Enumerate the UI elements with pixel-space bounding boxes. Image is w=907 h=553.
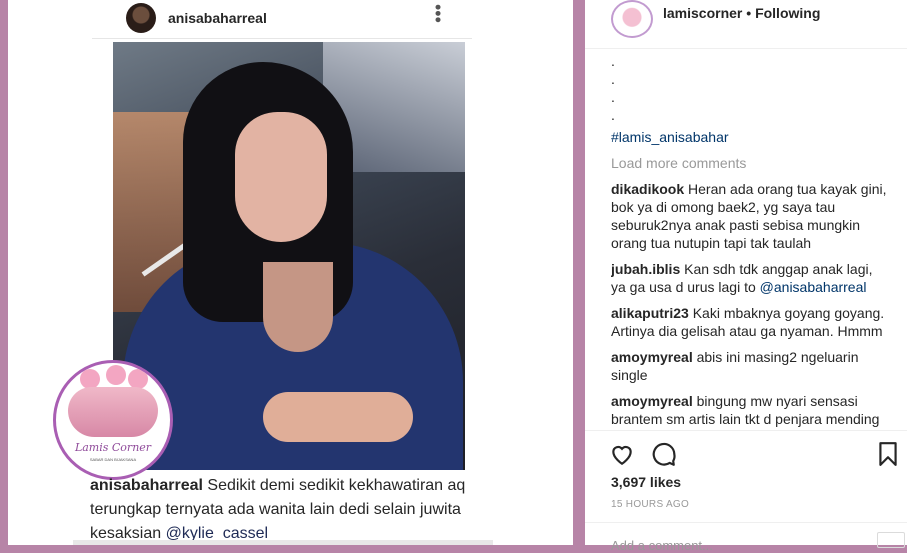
account-header-line: lamiscorner • Following [663, 5, 820, 21]
comment-mention[interactable]: @anisabaharreal [760, 279, 867, 295]
caption-username: anisabaharreal [90, 477, 203, 494]
comments-list[interactable]: . . . . #lamis_anisabahar Load more comm… [611, 52, 891, 432]
comment-item: alikaputri23 Kaki mbaknya goyang goyang.… [611, 304, 891, 340]
dot-line: . [611, 53, 615, 69]
comment-item: amoymyreal bingung mw nyari sensasi bran… [611, 392, 891, 432]
logo-text: Lamis Corner [74, 441, 152, 454]
account-avatar[interactable] [611, 0, 653, 38]
repost-caption: anisabaharreal Sedikit demi sedikit kekh… [90, 474, 490, 545]
more-options-icon: ••• [428, 4, 448, 23]
repost-username: anisabaharreal [168, 10, 267, 26]
comment-username[interactable]: jubah.iblis [611, 261, 680, 277]
dot-line: . [611, 89, 615, 105]
hashtag-link[interactable]: #lamis_anisabahar [611, 128, 891, 146]
heart-icon[interactable] [609, 441, 635, 467]
comment-username[interactable]: alikaputri23 [611, 305, 689, 321]
comment-icon[interactable] [651, 441, 677, 467]
post-timestamp: 15 HOURS AGO [611, 499, 690, 510]
header-separator: • [742, 5, 756, 21]
bookmark-icon[interactable] [875, 441, 901, 467]
divider [585, 522, 907, 523]
comment-username[interactable]: dikadikook [611, 181, 684, 197]
post-sidebar: lamiscorner • Following . . . . #lamis_a… [585, 0, 907, 553]
like-count[interactable]: 3,697 likes [611, 474, 681, 490]
action-bar [585, 430, 907, 475]
add-comment-input[interactable]: Add a comment... [611, 538, 713, 553]
lamis-corner-logo: Lamis Corner SABAR DAN BIJAKSANA [53, 360, 173, 480]
comment-item: amoymyreal abis ini masing2 ngeluarin si… [611, 348, 891, 384]
post-comment-button[interactable] [877, 532, 905, 548]
repost-header: anisabaharreal ••• [92, 0, 472, 39]
following-button[interactable]: Following [755, 5, 820, 21]
post-header: lamiscorner • Following [585, 0, 907, 49]
logo-tagline: SABAR DAN BIJAKSANA [89, 457, 137, 462]
repost-avatar [126, 3, 156, 33]
account-username[interactable]: lamiscorner [663, 5, 742, 21]
comment-username[interactable]: amoymyreal [611, 349, 693, 365]
post-media: anisabaharreal ••• Lamis Corner SABAR DA… [8, 0, 573, 545]
comment-item: dikadikook Heran ada orang tua kayak gin… [611, 180, 891, 252]
comment-item: jubah.iblis Kan sdh tdk anggap anak lagi… [611, 260, 891, 296]
load-more-comments[interactable]: Load more comments [611, 154, 891, 172]
comment-username[interactable]: amoymyreal [611, 393, 693, 409]
dot-line: . [611, 107, 615, 123]
dot-line: . [611, 71, 615, 87]
divider [73, 540, 493, 545]
